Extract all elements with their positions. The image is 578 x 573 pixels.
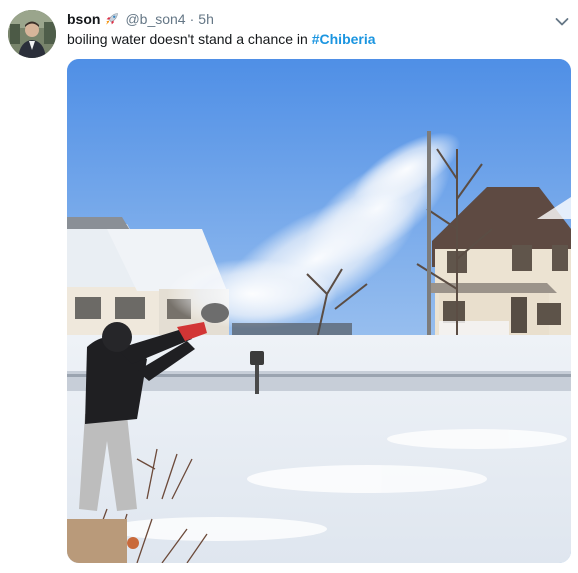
user-handle[interactable]: @b_son4 bbox=[125, 11, 185, 27]
rocket-emoji-icon bbox=[104, 11, 120, 27]
separator-dot: · bbox=[189, 11, 195, 27]
tweet-text-body: boiling water doesn't stand a chance in bbox=[67, 31, 312, 47]
tweet-text: boiling water doesn't stand a chance in … bbox=[67, 30, 376, 48]
display-name[interactable]: bson bbox=[67, 11, 100, 27]
tweet-header: bson @b_son4 · 5h bbox=[67, 10, 214, 28]
media-photo bbox=[67, 59, 571, 563]
chevron-down-icon[interactable] bbox=[555, 14, 569, 26]
avatar[interactable] bbox=[8, 10, 56, 58]
timestamp[interactable]: 5h bbox=[198, 11, 214, 27]
hashtag-link[interactable]: #Chiberia bbox=[312, 31, 376, 47]
tweet-card: bson @b_son4 · 5h boiling water doesn't … bbox=[0, 0, 578, 573]
tweet-media[interactable] bbox=[67, 59, 571, 563]
